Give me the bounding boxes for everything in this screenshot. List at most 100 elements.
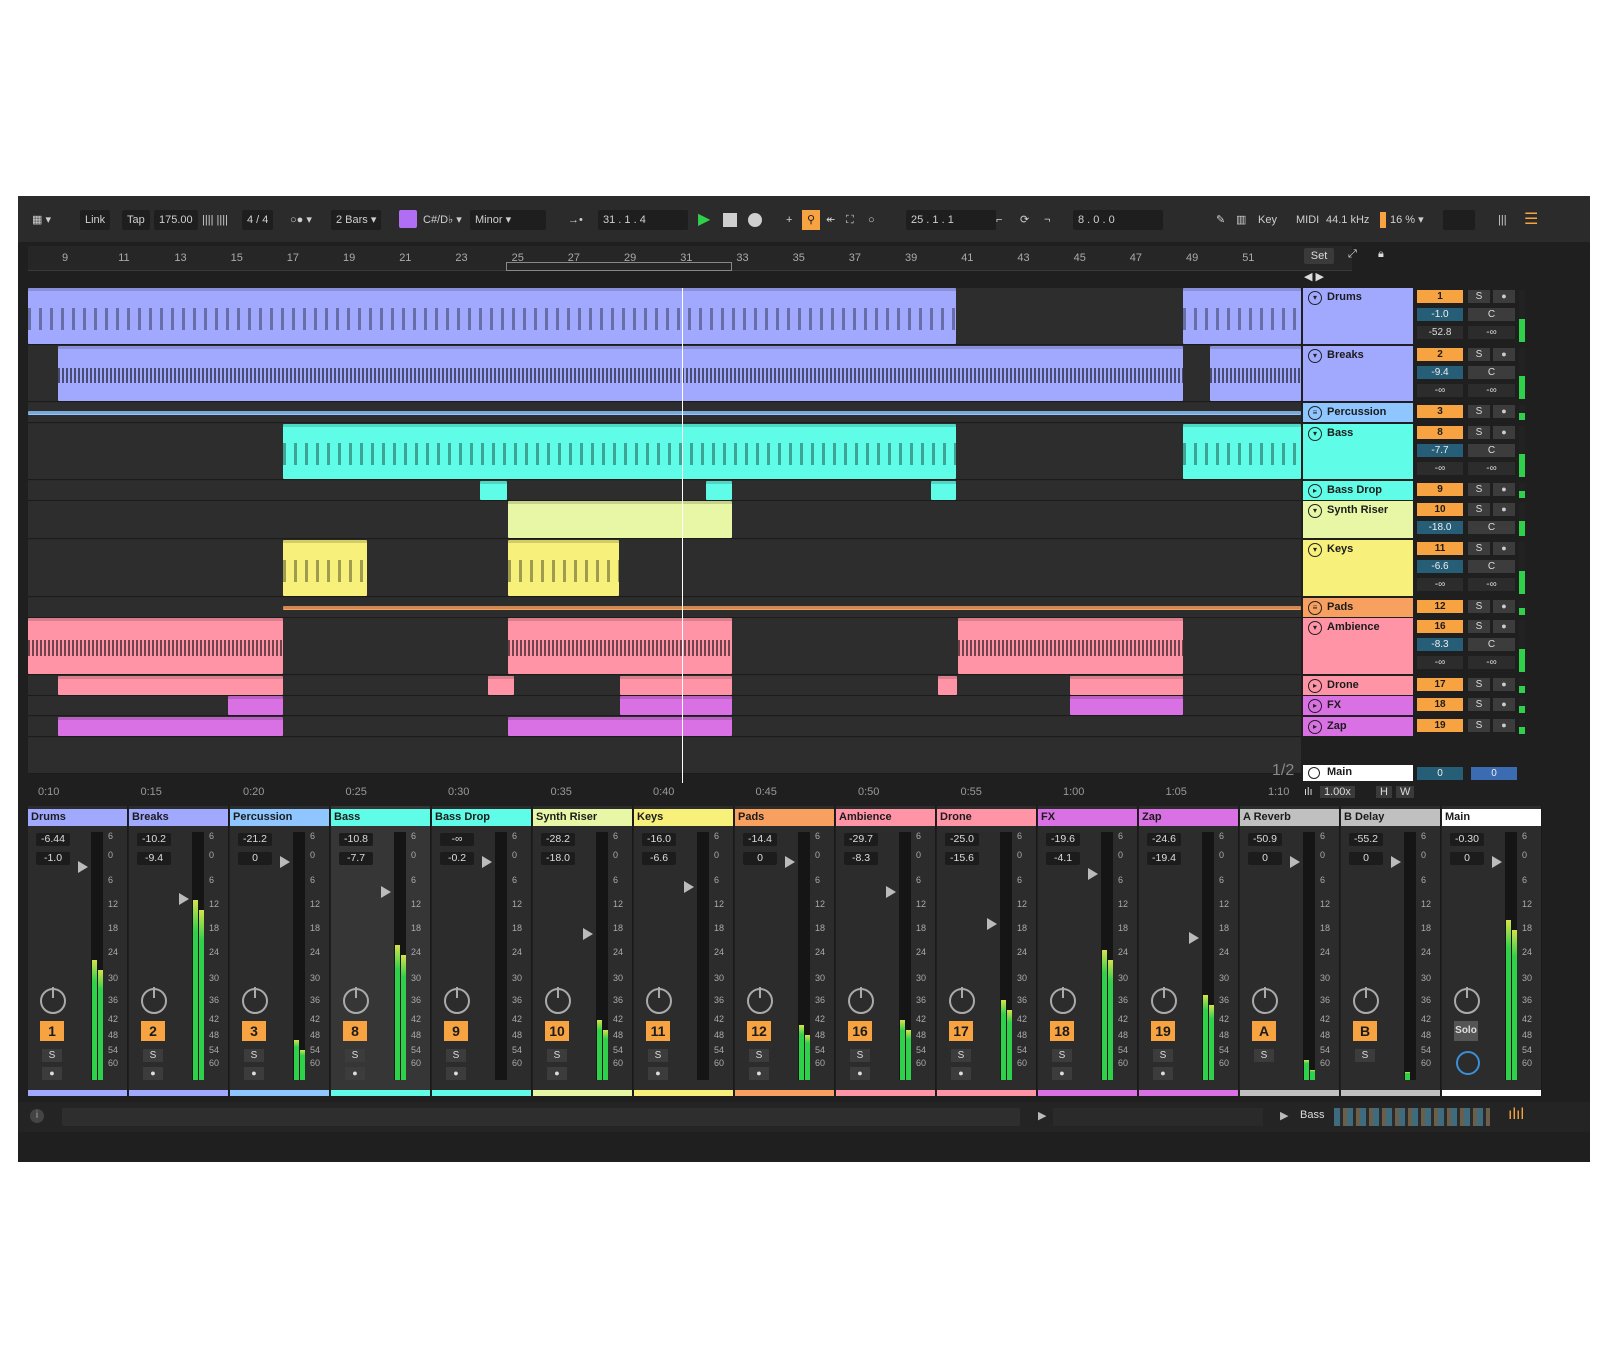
arm-icon[interactable]: ● <box>749 1067 769 1080</box>
clip[interactable] <box>58 346 1183 401</box>
clip[interactable] <box>1070 676 1183 695</box>
volume-field[interactable]: -0.2 <box>440 852 474 865</box>
clip[interactable] <box>706 481 732 500</box>
loop-brace[interactable] <box>506 262 732 271</box>
track-lane[interactable] <box>28 403 1301 423</box>
clip[interactable] <box>1183 424 1301 479</box>
volume-field[interactable]: -1.0 <box>36 852 70 865</box>
fader-handle[interactable] <box>1290 856 1300 868</box>
track-activator[interactable]: 16 <box>1417 620 1463 633</box>
reenable-icon[interactable]: ↞ <box>826 210 835 230</box>
track-activator[interactable]: 9 <box>1417 483 1463 496</box>
send-a-field[interactable]: -∞ <box>1417 384 1463 397</box>
pan-knob-icon[interactable] <box>1252 987 1278 1014</box>
pan-field[interactable]: C <box>1468 308 1515 321</box>
clip[interactable] <box>620 676 732 695</box>
solo-button[interactable]: S <box>1468 503 1490 516</box>
arm-icon[interactable]: ● <box>446 1067 466 1080</box>
overdub-icon[interactable]: + <box>786 210 792 230</box>
clip[interactable] <box>28 618 283 674</box>
strip-name[interactable]: Percussion <box>230 809 329 826</box>
pan-field[interactable]: C <box>1468 638 1515 651</box>
arm-icon[interactable]: ● <box>951 1067 971 1080</box>
arm-icon[interactable]: ● <box>244 1067 264 1080</box>
clip[interactable] <box>938 676 957 695</box>
track-activator[interactable]: 11 <box>1417 542 1463 555</box>
strip-name[interactable]: Bass <box>331 809 430 826</box>
track-activator[interactable]: 12 <box>747 1021 771 1041</box>
volume-field[interactable]: -9.4 <box>1417 366 1463 379</box>
track-lane[interactable] <box>28 424 1301 480</box>
volume-field[interactable]: -1.0 <box>1417 308 1463 321</box>
key-map-button[interactable]: Key <box>1258 210 1277 230</box>
strip-name[interactable]: Ambience <box>836 809 935 826</box>
track-activator[interactable]: 2 <box>141 1021 165 1041</box>
track-header[interactable]: ▸ Bass Drop <box>1303 481 1413 500</box>
h-button[interactable]: H <box>1376 786 1392 798</box>
clip[interactable] <box>508 501 732 538</box>
clip[interactable] <box>283 424 956 479</box>
arm-icon[interactable]: ● <box>850 1067 870 1080</box>
track-lane[interactable] <box>28 346 1301 402</box>
bar-ruler[interactable]: 9 11 13 15 17 19 21 23 25 27 29 31 33 35 37 39 41 43 45 47 4… <box>28 246 1352 271</box>
scale-icon[interactable] <box>399 210 417 228</box>
loop-icon[interactable]: ⟳ <box>1020 210 1029 230</box>
arm-icon[interactable]: ● <box>547 1067 567 1080</box>
solo-button[interactable]: S <box>244 1049 264 1062</box>
strip-name[interactable]: FX <box>1038 809 1137 826</box>
clip[interactable] <box>508 717 732 736</box>
strip-name[interactable]: A Reverb <box>1240 809 1339 826</box>
volume-field[interactable]: -7.7 <box>339 852 373 865</box>
track-header[interactable]: ≡ Pads <box>1303 598 1413 617</box>
track-activator[interactable]: 19 <box>1417 719 1463 732</box>
waveform-icon[interactable]: ılı <box>1304 786 1313 798</box>
solo-button[interactable]: S <box>42 1049 62 1062</box>
pan-knob-icon[interactable] <box>1050 987 1076 1014</box>
scale-menu[interactable]: Minor ▾ <box>470 210 546 230</box>
automation-arm-icon[interactable]: ⚲ <box>802 210 820 230</box>
arm-icon[interactable]: ● <box>1493 542 1515 555</box>
clip[interactable] <box>28 288 956 344</box>
solo-button[interactable]: S <box>1468 542 1490 555</box>
arm-icon[interactable]: ● <box>1493 719 1515 732</box>
track-lane[interactable] <box>28 288 1301 345</box>
fader-handle[interactable] <box>583 928 593 940</box>
volume-field[interactable]: 0 <box>743 852 777 865</box>
strip-name[interactable]: Pads <box>735 809 834 826</box>
clip-overview[interactable] <box>1053 1108 1263 1126</box>
solo-button[interactable]: S <box>749 1049 769 1062</box>
punch-out-icon[interactable]: ¬ <box>1044 210 1050 230</box>
pan-knob-icon[interactable] <box>40 987 66 1014</box>
zoom-field[interactable]: 1.00x <box>1320 786 1355 798</box>
strip-name[interactable]: Zap <box>1139 809 1238 826</box>
clip[interactable] <box>931 481 956 500</box>
pan-knob-icon[interactable] <box>545 987 571 1014</box>
track-activator[interactable]: 19 <box>1151 1021 1175 1041</box>
volume-field[interactable]: -9.4 <box>137 852 171 865</box>
pan-field[interactable]: C <box>1468 560 1515 573</box>
fader-handle[interactable] <box>1391 856 1401 868</box>
solo-button[interactable]: S <box>345 1049 365 1062</box>
lock-icon[interactable]: 🔒︎ <box>1378 248 1384 261</box>
tempo-field[interactable]: 175.00 <box>154 210 198 230</box>
loop-start-field[interactable]: 25 . 1 . 1 <box>906 210 996 230</box>
send-a-field[interactable]: -∞ <box>1417 462 1463 475</box>
arm-icon[interactable]: ● <box>1493 678 1515 691</box>
track-header[interactable]: ▾ Synth Riser <box>1303 501 1413 538</box>
clip[interactable] <box>228 696 283 715</box>
menu-icon[interactable]: ☰ <box>1524 210 1538 230</box>
fader-handle[interactable] <box>1088 868 1098 880</box>
punch-in-icon[interactable]: ⌐ <box>996 210 1002 230</box>
volume-field[interactable]: -18.0 <box>541 852 575 865</box>
clip[interactable] <box>1070 696 1183 715</box>
midi-map-button[interactable]: MIDI <box>1296 210 1319 230</box>
pan-field[interactable]: C <box>1468 444 1515 457</box>
play-icon[interactable]: ▸ <box>1308 699 1322 713</box>
arm-icon[interactable]: ● <box>1493 503 1515 516</box>
pan-knob-icon[interactable] <box>444 987 470 1014</box>
set-button[interactable]: Set <box>1304 248 1334 264</box>
arm-icon[interactable]: ● <box>1493 620 1515 633</box>
nudge-icon[interactable]: |||| |||| <box>202 210 228 230</box>
track-header[interactable]: ▾ Drums <box>1303 288 1413 344</box>
pan-knob-icon[interactable] <box>141 987 167 1014</box>
